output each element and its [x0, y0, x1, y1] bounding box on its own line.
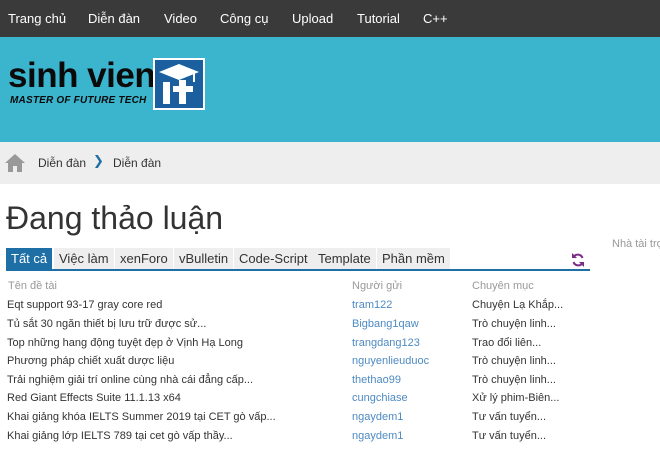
tab-underline: [6, 269, 590, 271]
sponsor-label: Nhà tài trợ: [612, 238, 660, 250]
thread-author[interactable]: nguyenlieuduoc: [352, 355, 429, 367]
tab-software[interactable]: Phần mềm: [377, 248, 450, 270]
chevron-right-icon: ❯: [93, 153, 104, 168]
graduation-cap-it-icon[interactable]: [153, 58, 205, 110]
nav-item-forum[interactable]: Diễn đàn: [88, 0, 140, 37]
thread-author[interactable]: Bigbang1qaw: [352, 318, 419, 330]
tab-xenforo[interactable]: xenForo: [115, 248, 173, 270]
thread-category[interactable]: Tư vấn tuyển...: [472, 430, 546, 442]
tab-all[interactable]: Tất cả: [6, 248, 53, 270]
home-icon[interactable]: [5, 153, 25, 173]
top-navigation: Trang chủ Diễn đàn Video Công cụ Upload …: [0, 0, 660, 37]
site-logo-tagline: MASTER OF FUTURE TECH: [10, 95, 147, 106]
column-header-title: Tên đề tài: [8, 280, 57, 292]
site-logo-text[interactable]: sinh vien: [8, 58, 156, 93]
page-title: Đang thảo luận: [6, 200, 224, 236]
tab-template[interactable]: Template: [313, 248, 376, 270]
thread-author[interactable]: ngaydem1: [352, 430, 403, 442]
thread-title[interactable]: Eqt support 93-17 gray core red: [7, 299, 162, 311]
breadcrumb-item-forum-current[interactable]: Diễn đàn: [113, 156, 161, 170]
tab-code-script[interactable]: Code-Script: [234, 248, 313, 270]
thread-category[interactable]: Chuyện Lạ Khắp...: [472, 299, 563, 311]
thread-title[interactable]: Khai giảng khóa IELTS Summer 2019 tại CE…: [7, 411, 276, 423]
thread-title[interactable]: Red Giant Effects Suite 11.1.13 x64: [7, 392, 181, 404]
thread-category[interactable]: Trò chuyện linh...: [472, 318, 556, 330]
column-header-author: Người gửi: [352, 280, 403, 292]
nav-item-upload[interactable]: Upload: [292, 0, 333, 37]
thread-title[interactable]: Phương pháp chiết xuất dược liệu: [7, 355, 174, 367]
thread-category[interactable]: Trò chuyện linh...: [472, 374, 556, 386]
thread-title[interactable]: Top những hang động tuyệt đẹp ở Vịnh Hạ …: [7, 337, 243, 349]
thread-author[interactable]: trangdang123: [352, 337, 420, 349]
thread-category[interactable]: Xử lý phim-Biên...: [472, 392, 559, 404]
thread-title[interactable]: Khai giảng lớp IELTS 789 tại cet gò vấp …: [7, 430, 233, 442]
thread-author[interactable]: ngaydem1: [352, 411, 403, 423]
thread-title[interactable]: Tủ sắt 30 ngăn thiết bị lưu trữ được sử.…: [7, 318, 206, 330]
column-header-category: Chuyên mục: [472, 280, 534, 292]
thread-category[interactable]: Tư vấn tuyển...: [472, 411, 546, 423]
nav-item-video[interactable]: Video: [164, 0, 197, 37]
nav-item-tutorial[interactable]: Tutorial: [357, 0, 400, 37]
thread-title[interactable]: Trải nghiệm giải trí online cùng nhà cái…: [7, 374, 253, 386]
tab-jobs[interactable]: Việc làm: [54, 248, 114, 270]
thread-author[interactable]: tram122: [352, 299, 392, 311]
nav-item-home[interactable]: Trang chủ: [8, 0, 66, 37]
thread-author[interactable]: cungchiase: [352, 392, 408, 404]
nav-item-tools[interactable]: Công cụ: [220, 0, 268, 37]
nav-item-cpp[interactable]: C++: [423, 0, 448, 37]
thread-author[interactable]: thethao99: [352, 374, 401, 386]
tab-vbulletin[interactable]: vBulletin: [174, 248, 234, 270]
thread-category[interactable]: Trao đổi liên...: [472, 337, 541, 349]
breadcrumb-item-forum[interactable]: Diễn đàn: [38, 156, 86, 170]
refresh-icon[interactable]: [571, 253, 585, 267]
thread-category[interactable]: Trò chuyện linh...: [472, 355, 556, 367]
